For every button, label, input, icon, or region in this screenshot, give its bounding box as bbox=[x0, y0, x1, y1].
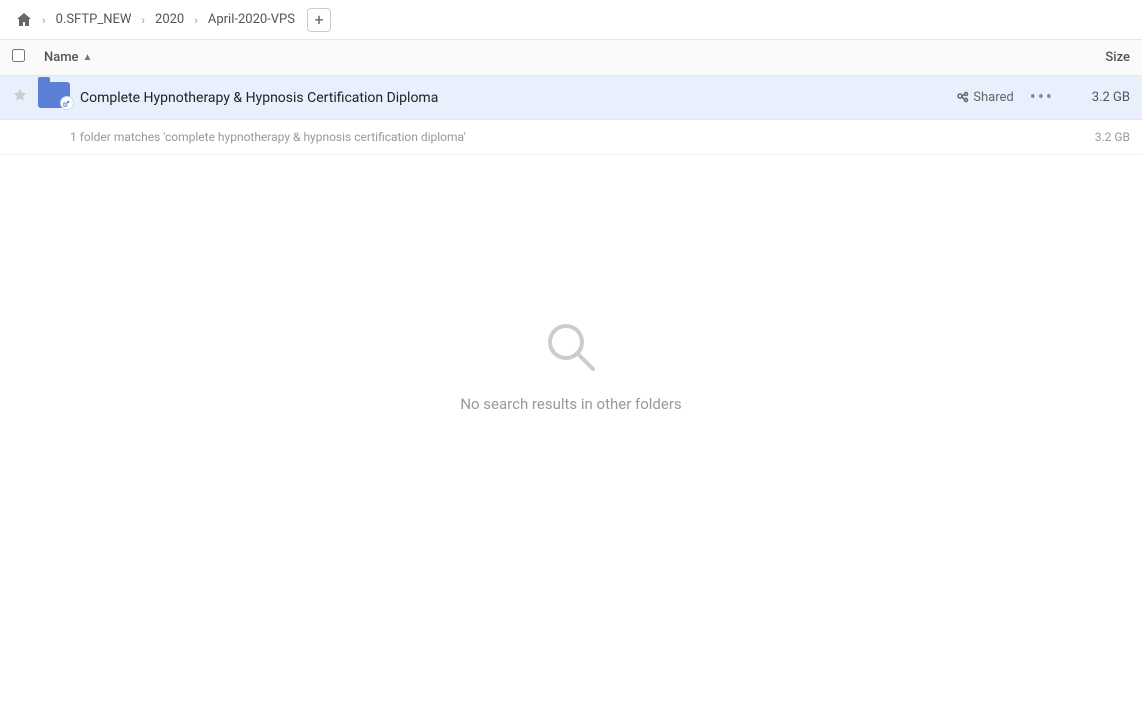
shared-badge: Shared bbox=[955, 90, 1013, 105]
sort-arrow-icon: ▲ bbox=[83, 52, 93, 63]
star-icon[interactable] bbox=[12, 88, 32, 108]
breadcrumb-separator-1: › bbox=[42, 13, 46, 27]
name-column-header[interactable]: Name ▲ bbox=[44, 50, 1050, 65]
select-all-checkbox[interactable] bbox=[12, 49, 36, 66]
summary-size: 3.2 GB bbox=[1095, 130, 1130, 144]
shared-label: Shared bbox=[973, 90, 1013, 105]
breadcrumb-item-april[interactable]: April-2020-VPS bbox=[204, 10, 299, 29]
empty-state: No search results in other folders bbox=[0, 235, 1142, 493]
add-breadcrumb-button[interactable]: + bbox=[307, 8, 331, 32]
breadcrumb-item-2020[interactable]: 2020 bbox=[151, 10, 188, 29]
size-column-header[interactable]: Size bbox=[1050, 50, 1130, 65]
summary-row: 1 folder matches 'complete hypnotherapy … bbox=[0, 120, 1142, 155]
file-size: 3.2 GB bbox=[1070, 90, 1130, 105]
breadcrumb-separator-2: › bbox=[141, 13, 145, 27]
breadcrumb-separator-3: › bbox=[194, 13, 198, 27]
home-breadcrumb[interactable] bbox=[12, 8, 36, 32]
more-options-button[interactable]: ••• bbox=[1030, 87, 1054, 108]
empty-message: No search results in other folders bbox=[460, 395, 681, 413]
link-badge bbox=[60, 96, 74, 110]
file-list-row[interactable]: Complete Hypnotherapy & Hypnosis Certifi… bbox=[0, 76, 1142, 120]
column-header: Name ▲ Size bbox=[0, 40, 1142, 76]
empty-search-icon bbox=[539, 315, 603, 379]
folder-icon bbox=[38, 82, 70, 114]
summary-text: 1 folder matches 'complete hypnotherapy … bbox=[70, 130, 466, 144]
breadcrumb-item-sftp[interactable]: 0.SFTP_NEW bbox=[52, 10, 136, 29]
breadcrumb-bar: › 0.SFTP_NEW › 2020 › April-2020-VPS + bbox=[0, 0, 1142, 40]
folder-name: Complete Hypnotherapy & Hypnosis Certifi… bbox=[80, 90, 955, 106]
